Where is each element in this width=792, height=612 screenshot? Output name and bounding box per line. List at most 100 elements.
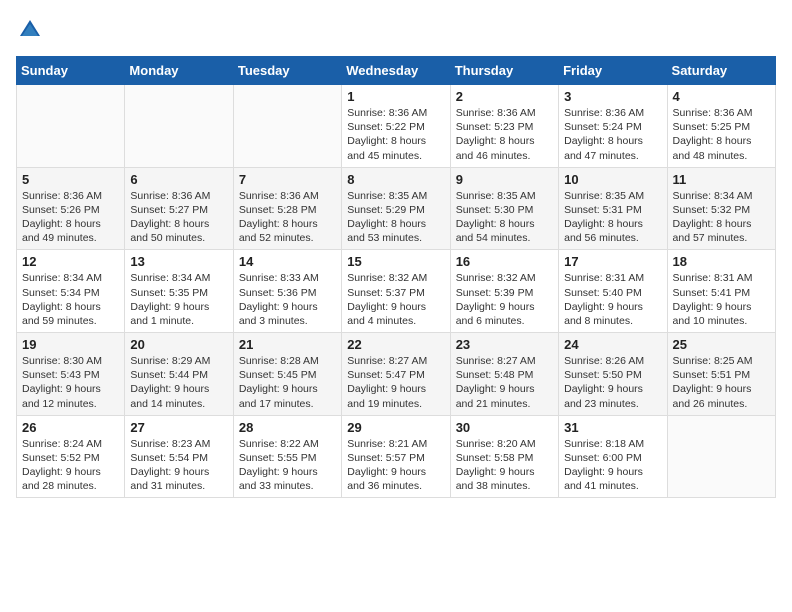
cell-details: Sunrise: 8:34 AM Sunset: 5:35 PM Dayligh…	[130, 271, 227, 328]
calendar-cell: 23 Sunrise: 8:27 AM Sunset: 5:48 PM Dayli…	[450, 333, 558, 416]
cell-details: Sunrise: 8:18 AM Sunset: 6:00 PM Dayligh…	[564, 437, 661, 494]
calendar-cell: 11Sunrise: 8:34 AM Sunset: 5:32 PM Dayli…	[667, 167, 775, 250]
header-row: SundayMondayTuesdayWednesdayThursdayFrid…	[17, 57, 776, 85]
calendar-cell	[233, 85, 341, 168]
day-number: 26	[22, 420, 119, 435]
calendar-cell: 1 Sunrise: 8:36 AM Sunset: 5:22 PM Daylig…	[342, 85, 450, 168]
calendar-body: 1 Sunrise: 8:36 AM Sunset: 5:22 PM Daylig…	[17, 85, 776, 498]
calendar-week-3: 12 Sunrise: 8:34 AM Sunset: 5:34 PM Dayli…	[17, 250, 776, 333]
calendar-cell: 20 Sunrise: 8:29 AM Sunset: 5:44 PM Dayli…	[125, 333, 233, 416]
day-number: 5	[22, 172, 119, 187]
header-cell-sunday: Sunday	[17, 57, 125, 85]
calendar-cell	[17, 85, 125, 168]
calendar-cell: 12 Sunrise: 8:34 AM Sunset: 5:34 PM Dayli…	[17, 250, 125, 333]
cell-details: Sunrise: 8:24 AM Sunset: 5:52 PM Dayligh…	[22, 437, 119, 494]
day-number: 9	[456, 172, 553, 187]
day-number: 13	[130, 254, 227, 269]
day-number: 20	[130, 337, 227, 352]
day-number: 1	[347, 89, 444, 104]
day-number: 18	[673, 254, 770, 269]
calendar-cell: 16 Sunrise: 8:32 AM Sunset: 5:39 PM Dayli…	[450, 250, 558, 333]
calendar-cell: 6 Sunrise: 8:36 AM Sunset: 5:27 PM Daylig…	[125, 167, 233, 250]
calendar-cell: 18 Sunrise: 8:31 AM Sunset: 5:41 PM Dayli…	[667, 250, 775, 333]
day-number: 17	[564, 254, 661, 269]
cell-details: Sunrise: 8:26 AM Sunset: 5:50 PM Dayligh…	[564, 354, 661, 411]
calendar-cell: 21Sunrise: 8:28 AM Sunset: 5:45 PM Dayli…	[233, 333, 341, 416]
day-number: 10	[564, 172, 661, 187]
calendar-cell: 27Sunrise: 8:23 AM Sunset: 5:54 PM Dayli…	[125, 415, 233, 498]
cell-details: Sunrise: 8:35 AM Sunset: 5:30 PM Dayligh…	[456, 189, 553, 246]
header-cell-thursday: Thursday	[450, 57, 558, 85]
calendar-cell: 24 Sunrise: 8:26 AM Sunset: 5:50 PM Dayli…	[559, 333, 667, 416]
cell-details: Sunrise: 8:30 AM Sunset: 5:43 PM Dayligh…	[22, 354, 119, 411]
calendar-week-5: 26 Sunrise: 8:24 AM Sunset: 5:52 PM Dayli…	[17, 415, 776, 498]
cell-details: Sunrise: 8:34 AM Sunset: 5:34 PM Dayligh…	[22, 271, 119, 328]
cell-details: Sunrise: 8:32 AM Sunset: 5:39 PM Dayligh…	[456, 271, 553, 328]
cell-details: Sunrise: 8:31 AM Sunset: 5:41 PM Dayligh…	[673, 271, 770, 328]
day-number: 12	[22, 254, 119, 269]
cell-details: Sunrise: 8:21 AM Sunset: 5:57 PM Dayligh…	[347, 437, 444, 494]
calendar-cell: 26 Sunrise: 8:24 AM Sunset: 5:52 PM Dayli…	[17, 415, 125, 498]
logo	[16, 16, 48, 44]
calendar-cell: 9 Sunrise: 8:35 AM Sunset: 5:30 PM Daylig…	[450, 167, 558, 250]
day-number: 16	[456, 254, 553, 269]
cell-details: Sunrise: 8:22 AM Sunset: 5:55 PM Dayligh…	[239, 437, 336, 494]
day-number: 2	[456, 89, 553, 104]
header-cell-saturday: Saturday	[667, 57, 775, 85]
day-number: 24	[564, 337, 661, 352]
day-number: 15	[347, 254, 444, 269]
cell-details: Sunrise: 8:32 AM Sunset: 5:37 PM Dayligh…	[347, 271, 444, 328]
calendar-cell: 4 Sunrise: 8:36 AM Sunset: 5:25 PM Daylig…	[667, 85, 775, 168]
calendar-cell: 25Sunrise: 8:25 AM Sunset: 5:51 PM Dayli…	[667, 333, 775, 416]
cell-details: Sunrise: 8:36 AM Sunset: 5:25 PM Dayligh…	[673, 106, 770, 163]
cell-details: Sunrise: 8:36 AM Sunset: 5:22 PM Dayligh…	[347, 106, 444, 163]
calendar-cell	[125, 85, 233, 168]
calendar-week-4: 19 Sunrise: 8:30 AM Sunset: 5:43 PM Dayli…	[17, 333, 776, 416]
day-number: 21	[239, 337, 336, 352]
cell-details: Sunrise: 8:20 AM Sunset: 5:58 PM Dayligh…	[456, 437, 553, 494]
day-number: 27	[130, 420, 227, 435]
header-cell-monday: Monday	[125, 57, 233, 85]
day-number: 23	[456, 337, 553, 352]
day-number: 4	[673, 89, 770, 104]
header-cell-tuesday: Tuesday	[233, 57, 341, 85]
day-number: 11	[673, 172, 770, 187]
day-number: 30	[456, 420, 553, 435]
calendar-cell: 30 Sunrise: 8:20 AM Sunset: 5:58 PM Dayli…	[450, 415, 558, 498]
calendar-cell: 8 Sunrise: 8:35 AM Sunset: 5:29 PM Daylig…	[342, 167, 450, 250]
cell-details: Sunrise: 8:29 AM Sunset: 5:44 PM Dayligh…	[130, 354, 227, 411]
calendar-cell: 22 Sunrise: 8:27 AM Sunset: 5:47 PM Dayli…	[342, 333, 450, 416]
day-number: 14	[239, 254, 336, 269]
page-header	[16, 16, 776, 44]
header-cell-wednesday: Wednesday	[342, 57, 450, 85]
calendar-header: SundayMondayTuesdayWednesdayThursdayFrid…	[17, 57, 776, 85]
cell-details: Sunrise: 8:36 AM Sunset: 5:27 PM Dayligh…	[130, 189, 227, 246]
cell-details: Sunrise: 8:27 AM Sunset: 5:48 PM Dayligh…	[456, 354, 553, 411]
cell-details: Sunrise: 8:35 AM Sunset: 5:29 PM Dayligh…	[347, 189, 444, 246]
cell-details: Sunrise: 8:33 AM Sunset: 5:36 PM Dayligh…	[239, 271, 336, 328]
cell-details: Sunrise: 8:36 AM Sunset: 5:23 PM Dayligh…	[456, 106, 553, 163]
cell-details: Sunrise: 8:35 AM Sunset: 5:31 PM Dayligh…	[564, 189, 661, 246]
calendar-cell: 7Sunrise: 8:36 AM Sunset: 5:28 PM Daylig…	[233, 167, 341, 250]
calendar-cell: 17 Sunrise: 8:31 AM Sunset: 5:40 PM Dayli…	[559, 250, 667, 333]
logo-icon	[16, 16, 44, 44]
calendar-cell: 14 Sunrise: 8:33 AM Sunset: 5:36 PM Dayli…	[233, 250, 341, 333]
day-number: 6	[130, 172, 227, 187]
cell-details: Sunrise: 8:31 AM Sunset: 5:40 PM Dayligh…	[564, 271, 661, 328]
day-number: 31	[564, 420, 661, 435]
day-number: 3	[564, 89, 661, 104]
day-number: 8	[347, 172, 444, 187]
day-number: 29	[347, 420, 444, 435]
calendar-cell: 3 Sunrise: 8:36 AM Sunset: 5:24 PM Daylig…	[559, 85, 667, 168]
calendar-cell: 29 Sunrise: 8:21 AM Sunset: 5:57 PM Dayli…	[342, 415, 450, 498]
calendar-cell: 28 Sunrise: 8:22 AM Sunset: 5:55 PM Dayli…	[233, 415, 341, 498]
cell-details: Sunrise: 8:36 AM Sunset: 5:26 PM Dayligh…	[22, 189, 119, 246]
day-number: 28	[239, 420, 336, 435]
header-cell-friday: Friday	[559, 57, 667, 85]
day-number: 22	[347, 337, 444, 352]
cell-details: Sunrise: 8:27 AM Sunset: 5:47 PM Dayligh…	[347, 354, 444, 411]
cell-details: Sunrise: 8:36 AM Sunset: 5:28 PM Dayligh…	[239, 189, 336, 246]
calendar-cell: 19 Sunrise: 8:30 AM Sunset: 5:43 PM Dayli…	[17, 333, 125, 416]
cell-details: Sunrise: 8:36 AM Sunset: 5:24 PM Dayligh…	[564, 106, 661, 163]
day-number: 19	[22, 337, 119, 352]
